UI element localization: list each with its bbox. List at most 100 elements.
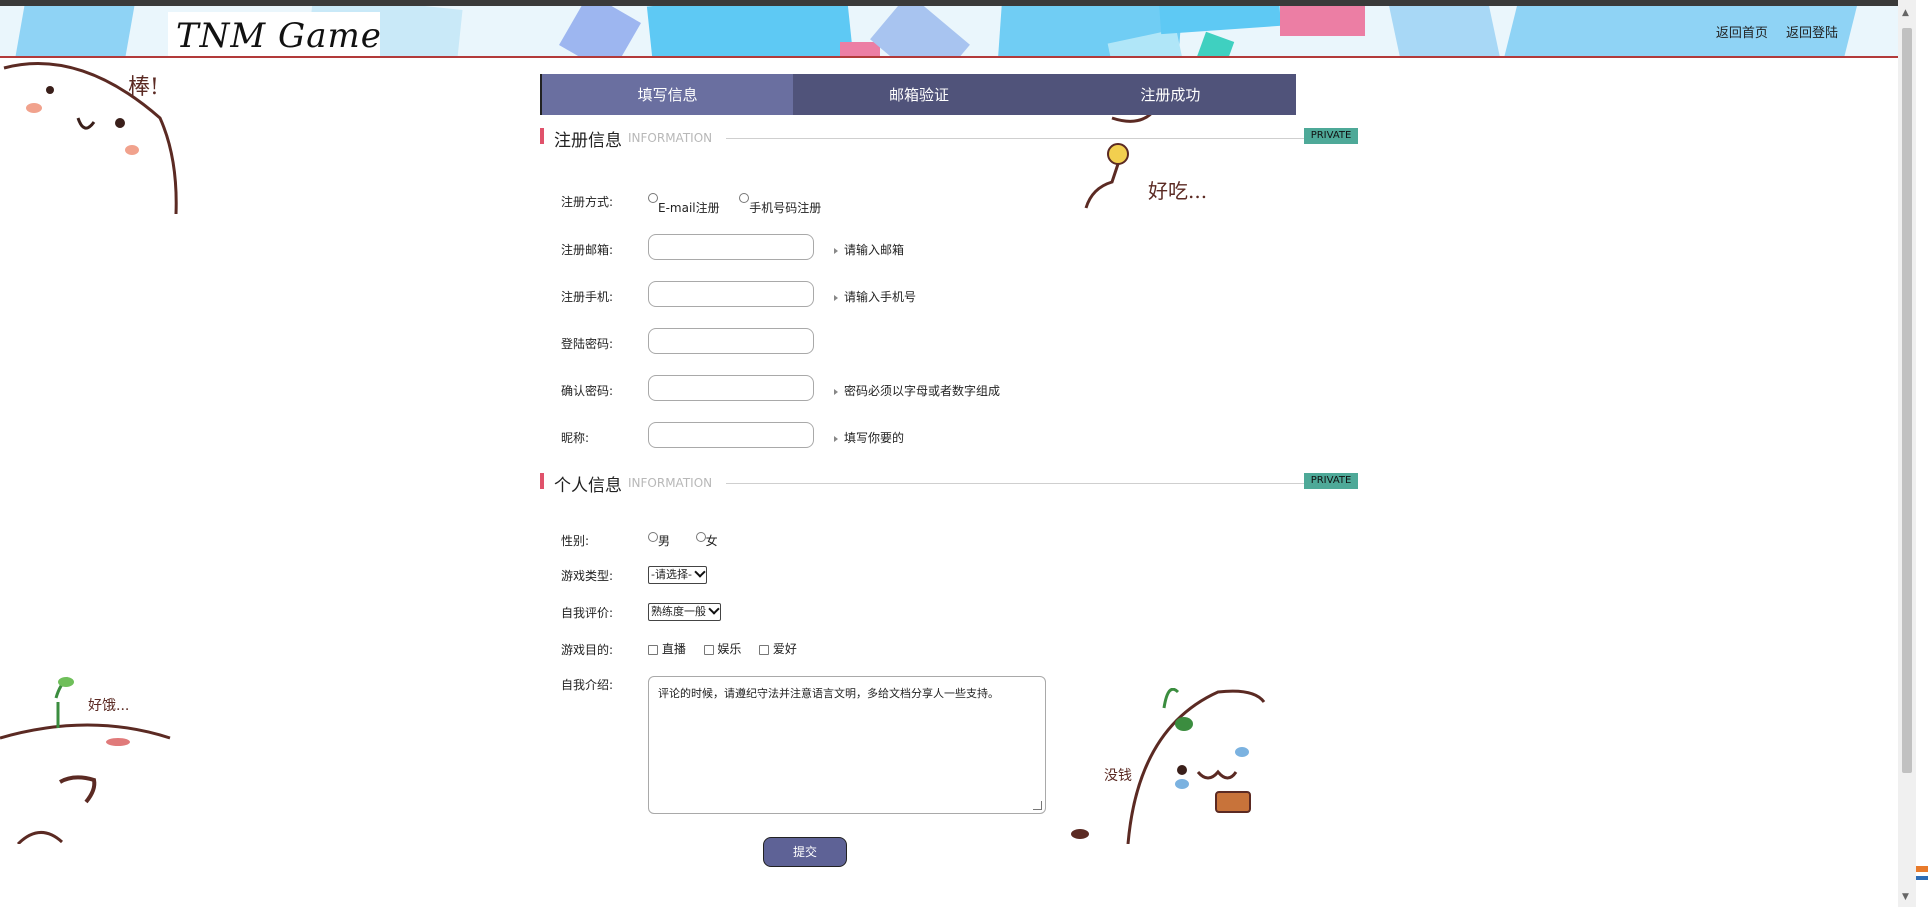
step-email-verify[interactable]: 邮箱验证 xyxy=(793,74,1044,115)
doodle-text: 棒! xyxy=(128,75,159,100)
doodle-eye xyxy=(115,118,125,128)
submit-button[interactable]: 提交 xyxy=(763,837,847,867)
step-success[interactable]: 注册成功 xyxy=(1045,74,1296,115)
private-badge: PRIVATE xyxy=(1304,128,1358,144)
doodle-text: 好吃... xyxy=(1148,179,1207,203)
doodle-text: 好饿... xyxy=(88,698,129,714)
window-edge xyxy=(1916,0,1928,907)
intro-text: 评论的时候，请遵纪守法并注意语言文明，多给文档分享人一些支持。 xyxy=(658,687,999,700)
edge-marker xyxy=(1916,876,1928,880)
step-fill-info[interactable]: 填写信息 xyxy=(542,74,794,115)
checkbox-fun[interactable] xyxy=(703,644,714,655)
banner-shape xyxy=(1159,6,1281,35)
checkbox-live[interactable] xyxy=(648,644,658,655)
section-accent-bar xyxy=(540,128,544,144)
site-logo[interactable]: TNM Game xyxy=(176,16,382,56)
section-subtitle: INFORMATION xyxy=(628,476,713,490)
section-divider xyxy=(726,483,1306,484)
banner-shape xyxy=(559,6,641,56)
resize-handle-icon[interactable] xyxy=(1033,801,1042,810)
radio-phone[interactable] xyxy=(739,193,750,203)
purpose-checkbox-group: 直播 娱乐 爱好 xyxy=(648,640,797,657)
doodle-tear xyxy=(1175,779,1189,789)
radio-female[interactable] xyxy=(695,532,706,542)
radio-male-label: 男 xyxy=(658,534,671,548)
doodle-tear xyxy=(1235,747,1249,757)
scroll-up-arrow-icon[interactable]: ▲ xyxy=(1902,8,1909,18)
game-type-select[interactable]: -请选择- xyxy=(648,566,707,584)
section-subtitle: INFORMATION xyxy=(628,131,713,145)
intro-textarea[interactable]: 评论的时候，请遵纪守法并注意语言文明，多给文档分享人一些支持。 xyxy=(648,676,1046,814)
banner-shape xyxy=(840,42,880,56)
password-label: 登陆密码: xyxy=(561,337,614,351)
banner-shape xyxy=(1195,31,1235,56)
nickname-field[interactable] xyxy=(648,422,814,448)
banner-shape xyxy=(1389,6,1501,56)
section-accent-bar xyxy=(540,473,544,489)
nav-link-login[interactable]: 返回登陆 xyxy=(1786,26,1838,41)
phone-hint: 请输入手机号 xyxy=(834,288,916,305)
game-type-label: 游戏类型: xyxy=(561,569,614,583)
self-eval-select[interactable]: 熟练度一般 xyxy=(648,603,721,621)
scrollbar-thumb[interactable] xyxy=(1902,28,1912,773)
doodle-stroke xyxy=(1084,163,1120,209)
radio-email-label: E-mail注册 xyxy=(658,201,720,215)
method-radio-group: E-mail注册 手机号码注册 xyxy=(648,193,821,215)
banner-shape xyxy=(870,6,970,56)
doodle-stroke xyxy=(0,723,171,740)
checkbox-hobby-label: 爱好 xyxy=(772,642,797,656)
nickname-label: 昵称: xyxy=(561,431,590,445)
doodle-leaf xyxy=(1175,717,1193,731)
doodle-sprout xyxy=(1162,688,1180,709)
banner-shape xyxy=(1280,6,1365,36)
doodle-stroke xyxy=(16,831,64,844)
phone-field[interactable] xyxy=(648,281,814,307)
nav-link-home[interactable]: 返回首页 xyxy=(1716,26,1768,41)
password-field[interactable] xyxy=(648,328,814,354)
radio-male[interactable] xyxy=(648,532,658,542)
email-field[interactable] xyxy=(648,234,814,260)
section-header-register: 注册信息 INFORMATION PRIVATE xyxy=(540,126,1358,151)
doodle-leaf xyxy=(1071,829,1089,839)
radio-email[interactable] xyxy=(648,193,658,203)
doodle-eye xyxy=(1177,765,1187,775)
self-eval-label: 自我评价: xyxy=(561,606,614,620)
gender-label: 性别: xyxy=(561,534,590,548)
checkbox-hobby[interactable] xyxy=(759,644,769,655)
header-nav: 返回首页 返回登陆 xyxy=(1702,22,1838,41)
doodle-cheek xyxy=(125,145,139,155)
chevron-down-icon xyxy=(708,603,720,615)
checkbox-fun-label: 娱乐 xyxy=(717,642,742,656)
section-title: 注册信息 xyxy=(554,131,622,151)
doodle-mouth xyxy=(59,775,97,804)
doodle-bottom-right: 没钱 xyxy=(1071,688,1266,844)
scroll-down-arrow-icon[interactable]: ▼ xyxy=(1902,892,1909,902)
doodle-mouth xyxy=(76,117,96,130)
email-label: 注册邮箱: xyxy=(561,243,614,257)
intro-label: 自我介绍: xyxy=(561,678,614,692)
header-banner: TNM Game 返回首页 返回登陆 xyxy=(0,6,1898,58)
doodle-mouth xyxy=(1196,769,1238,780)
email-hint: 请输入邮箱 xyxy=(834,241,904,258)
doodle-leaf xyxy=(58,677,74,687)
confirm-password-hint: 密码必须以字母或者数字组成 xyxy=(834,382,1000,399)
edge-marker xyxy=(1916,866,1928,872)
game-type-value: -请选择- xyxy=(651,568,692,581)
doodle-stroke xyxy=(1126,689,1266,844)
doodle-cheek xyxy=(106,738,130,746)
confirm-password-field[interactable] xyxy=(648,375,814,401)
doodle-bottom-left: 好饿... xyxy=(0,676,171,844)
section-title: 个人信息 xyxy=(554,476,622,496)
phone-label: 注册手机: xyxy=(561,290,614,304)
radio-phone-label: 手机号码注册 xyxy=(749,201,822,215)
purpose-label: 游戏目的: xyxy=(561,643,614,657)
nickname-hint: 填写你要的 xyxy=(834,429,904,446)
checkbox-live-label: 直播 xyxy=(661,642,686,656)
doodle-cheek xyxy=(26,103,42,113)
method-label: 注册方式: xyxy=(561,195,614,209)
doodle-text: 没钱 xyxy=(1104,768,1132,784)
chevron-down-icon xyxy=(694,566,706,578)
section-divider xyxy=(726,138,1306,139)
confirm-password-label: 确认密码: xyxy=(561,384,614,398)
gender-radio-group: 男 女 xyxy=(648,532,718,549)
